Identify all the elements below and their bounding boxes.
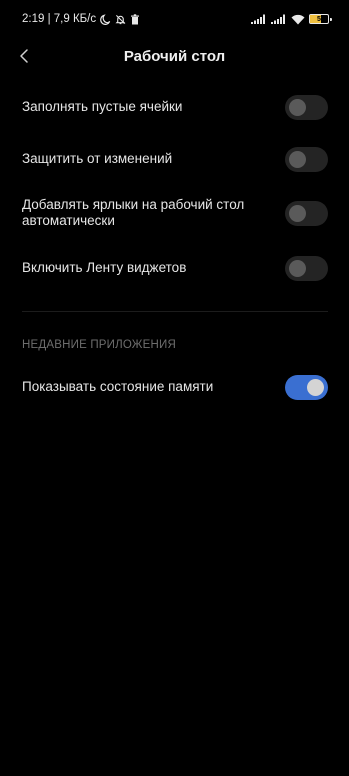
setting-fill-empty-cells[interactable]: Заполнять пустые ячейки [22, 94, 328, 120]
toggle-switch[interactable] [285, 94, 328, 120]
trash-icon [130, 13, 140, 25]
setting-label: Показывать состояние памяти [22, 379, 214, 394]
battery-level: 5 [317, 15, 321, 23]
toggle-switch[interactable] [285, 374, 328, 400]
wifi-icon [291, 14, 305, 25]
signal-icon [251, 14, 267, 24]
status-bar: 2:19 | 7,9 КБ/с 5 [0, 0, 349, 38]
toggle-knob [289, 204, 306, 222]
setting-label: Заполнять пустые ячейки [22, 99, 183, 114]
moon-icon [100, 13, 111, 25]
status-right: 5 [251, 14, 332, 25]
toggle-switch[interactable] [285, 200, 328, 226]
setting-label: Защитить от изменений [22, 151, 173, 166]
signal-icon [271, 14, 287, 24]
divider [22, 311, 328, 312]
battery-icon: 5 [309, 14, 332, 24]
toggle-switch[interactable] [285, 146, 328, 172]
setting-widget-feed[interactable]: Включить Ленту виджетов [22, 255, 328, 281]
header: Рабочий стол [0, 38, 349, 74]
status-time: 2:19 | 7,9 КБ/с [22, 13, 97, 25]
setting-show-memory[interactable]: Показывать состояние памяти [22, 374, 328, 400]
setting-add-shortcuts[interactable]: Добавлять ярлыки на рабочий стол автомат… [22, 197, 328, 229]
toggle-knob [289, 259, 306, 277]
bell-off-icon [115, 14, 126, 25]
back-button[interactable] [14, 42, 34, 70]
toggle-knob [289, 150, 306, 168]
toggle-knob [289, 98, 306, 116]
toggle-knob [307, 378, 324, 396]
setting-protect-changes[interactable]: Защитить от изменений [22, 146, 328, 172]
setting-label: Включить Ленту виджетов [22, 260, 187, 275]
status-left: 2:19 | 7,9 КБ/с [22, 13, 140, 25]
chevron-left-icon [20, 49, 28, 63]
page-title: Рабочий стол [123, 47, 226, 65]
toggle-switch[interactable] [285, 255, 328, 281]
section-header-recent-apps: НЕДАВНИЕ ПРИЛОЖЕНИЯ [22, 339, 176, 351]
setting-label: Добавлять ярлыки на рабочий стол автомат… [22, 197, 245, 228]
